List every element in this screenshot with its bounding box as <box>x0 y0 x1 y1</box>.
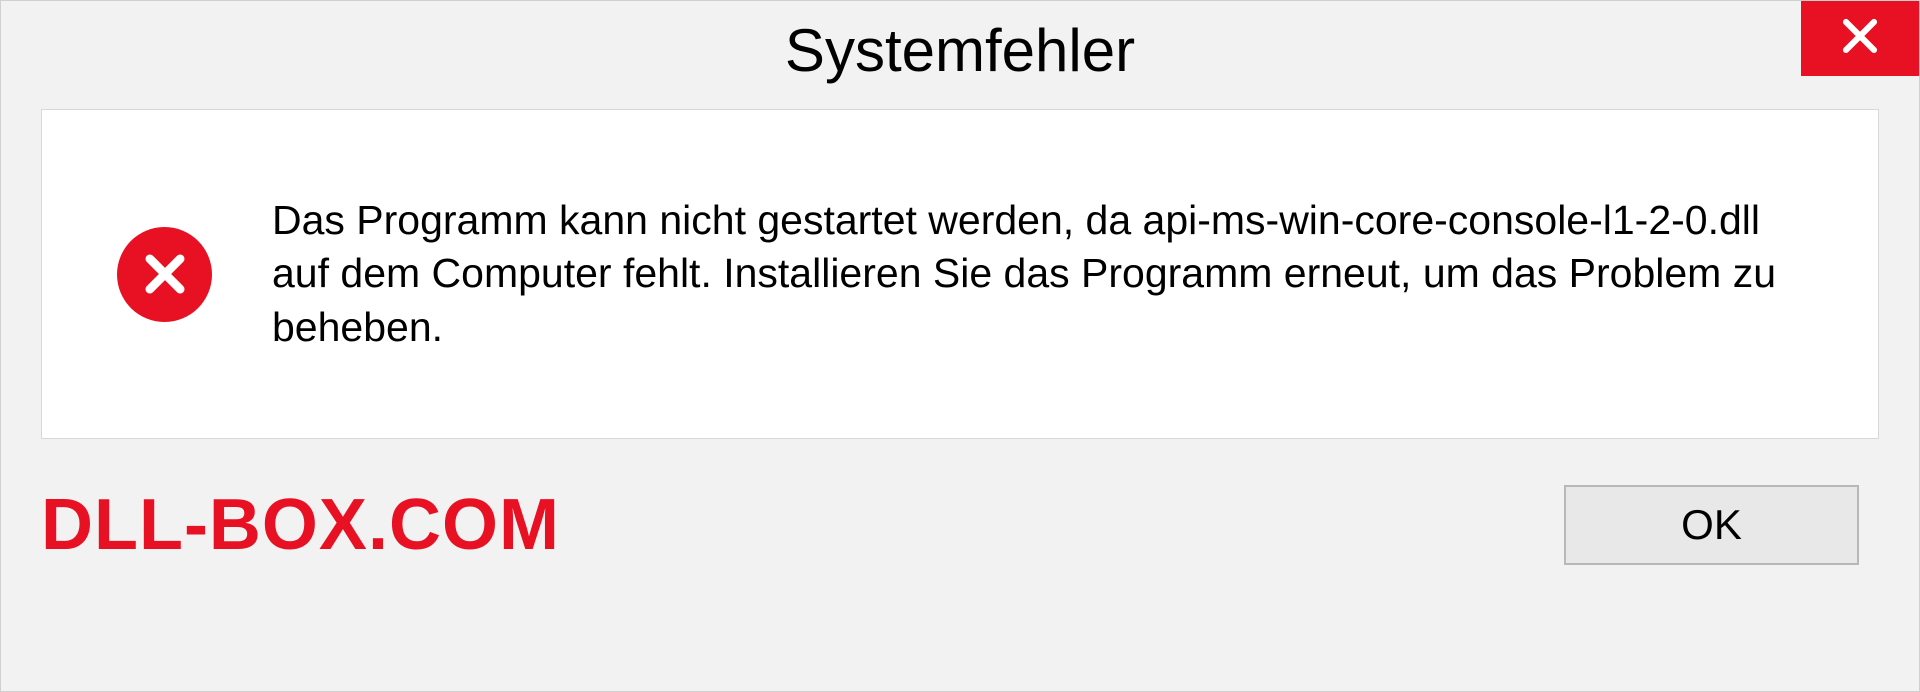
close-icon <box>1839 15 1881 62</box>
dialog-footer: DLL-BOX.COM OK <box>1 439 1919 566</box>
ok-button[interactable]: OK <box>1564 485 1859 565</box>
content-panel: Das Programm kann nicht gestartet werden… <box>41 109 1879 439</box>
error-message: Das Programm kann nicht gestartet werden… <box>272 194 1802 354</box>
dialog-title: Systemfehler <box>785 16 1135 85</box>
titlebar: Systemfehler <box>1 1 1919 99</box>
error-dialog: Systemfehler Das Programm kann nicht ges… <box>0 0 1920 692</box>
error-icon <box>117 227 212 322</box>
close-button[interactable] <box>1801 1 1919 76</box>
watermark-text: DLL-BOX.COM <box>41 484 560 566</box>
